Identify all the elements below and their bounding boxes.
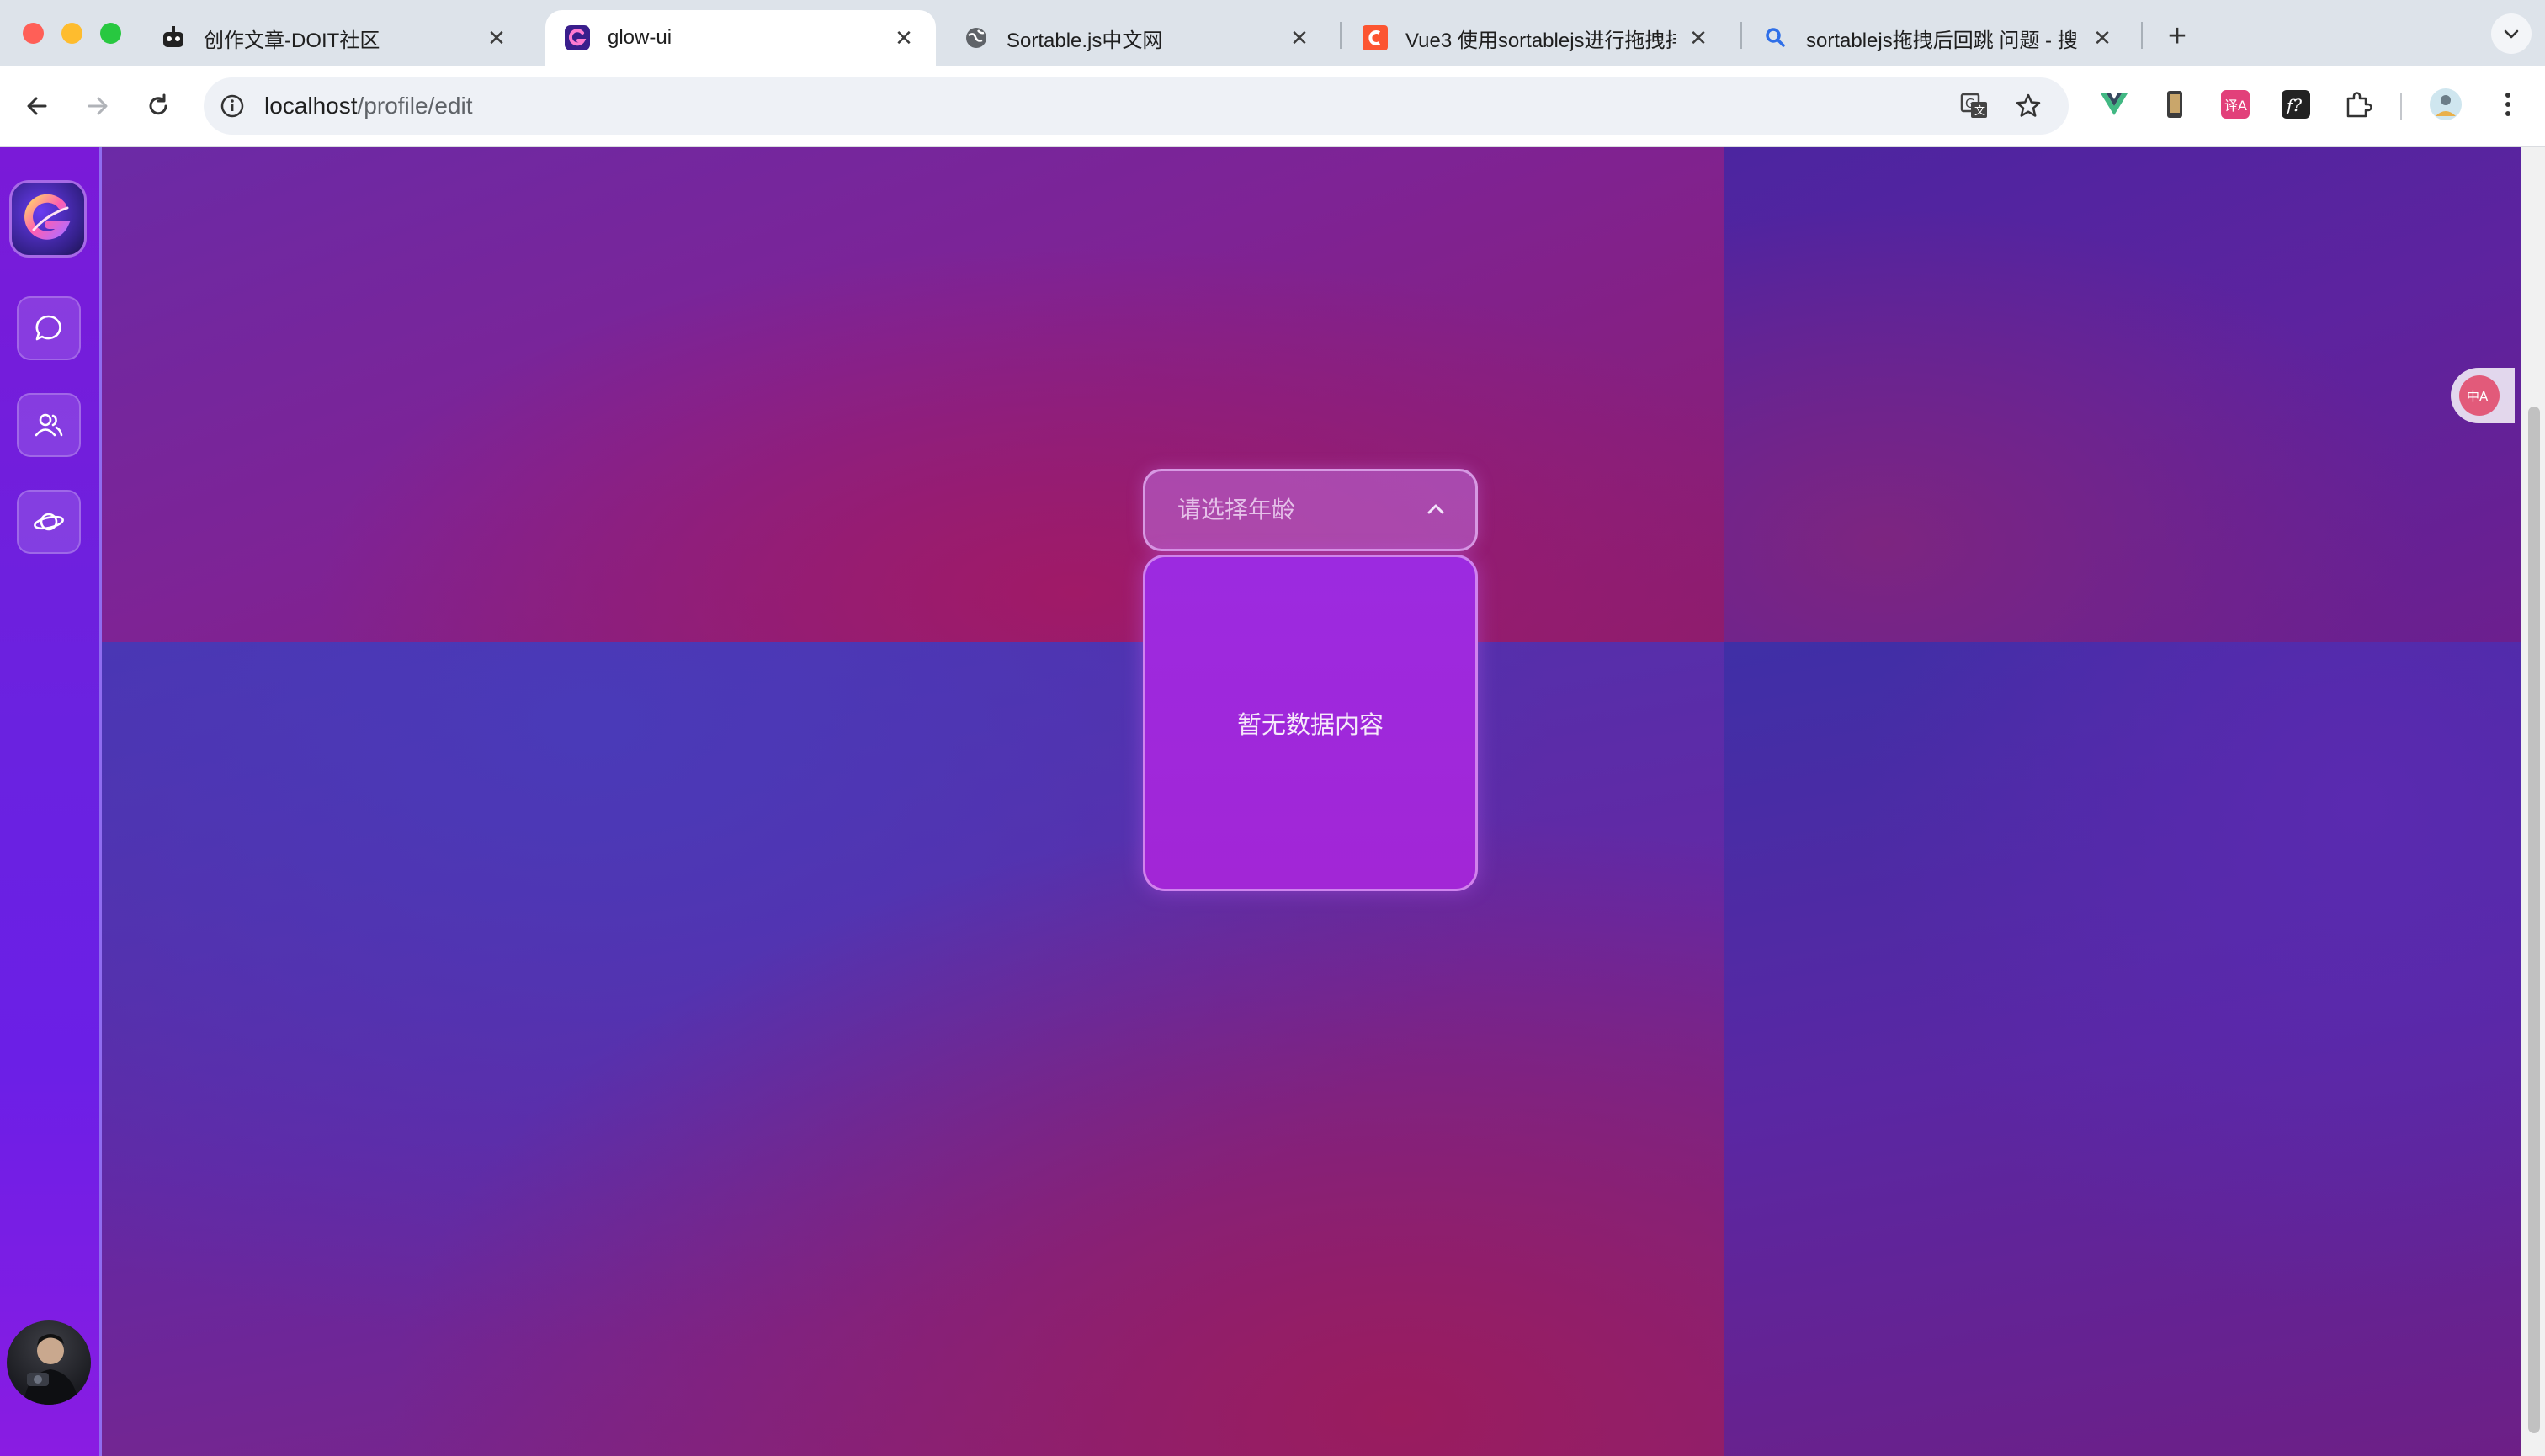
- phone-extension-icon[interactable]: [2156, 86, 2193, 123]
- browser-tab-sortable[interactable]: Sortable.js中文网 ✕: [944, 10, 1331, 66]
- scrollbar-thumb[interactable]: [2528, 407, 2540, 1433]
- glow-logo-icon: [564, 24, 591, 51]
- arrow-right-icon: [88, 97, 108, 115]
- tab-separator: [1340, 22, 1342, 49]
- close-tab-icon[interactable]: ✕: [1286, 24, 1313, 51]
- url-host: localhost: [264, 93, 358, 119]
- background-panel: [1724, 147, 2521, 642]
- background-panel: [1724, 642, 2521, 1456]
- chat-bubble-icon: [35, 315, 61, 341]
- app-logo[interactable]: [12, 183, 84, 255]
- glow-logo-icon: [24, 194, 71, 240]
- url-path: /profile/edit: [357, 93, 473, 119]
- reload-button[interactable]: [136, 84, 180, 128]
- formula-extension-icon[interactable]: f?: [2277, 86, 2314, 123]
- close-tab-icon[interactable]: ✕: [483, 24, 510, 51]
- planet-icon: [34, 513, 64, 531]
- globe-icon: [963, 24, 990, 51]
- age-select-dropdown: 暂无数据内容: [1143, 555, 1478, 891]
- sidebar-item-chat[interactable]: [17, 296, 81, 360]
- back-button[interactable]: [15, 84, 59, 128]
- age-select-placeholder: 请选择年龄: [1177, 497, 1296, 523]
- robot-icon: [160, 24, 187, 51]
- vue-devtools-extension-icon[interactable]: [2096, 86, 2133, 123]
- translate-page-icon[interactable]: G文: [1958, 89, 1991, 123]
- tab-title: Sortable.js中文网: [1007, 29, 1163, 52]
- browser-tab-doit[interactable]: 创作文章-DOIT社区 ✕: [141, 10, 529, 66]
- browser-menu-button[interactable]: [2489, 86, 2526, 123]
- forward-button[interactable]: [76, 84, 120, 128]
- svg-text:f?: f?: [2285, 95, 2302, 115]
- svg-text:译A: 译A: [2224, 98, 2247, 114]
- background-panel: [102, 642, 1724, 1456]
- close-tab-icon[interactable]: ✕: [1685, 24, 1712, 51]
- new-tab-button[interactable]: +: [2156, 15, 2198, 57]
- browser-tab-strip: 创作文章-DOIT社区 ✕ glow-ui ✕ Sortable.js中文网 ✕…: [0, 0, 2545, 66]
- close-tab-icon[interactable]: ✕: [890, 24, 917, 51]
- tab-title: sortablejs拖拽后回跳 问题 - 搜: [1806, 29, 2078, 52]
- translate-icon: 中A: [2459, 375, 2500, 416]
- avatar-icon: [24, 1334, 79, 1405]
- arrow-left-icon: [27, 97, 47, 115]
- user-avatar[interactable]: [7, 1320, 91, 1405]
- browser-tab-glow-ui[interactable]: glow-ui ✕: [545, 10, 936, 66]
- app-sidebar: [0, 147, 102, 1456]
- browser-tab-csdn[interactable]: Vue3 使用sortablejs进行拖拽排 ✕: [1343, 10, 1730, 66]
- tab-title: glow-ui: [608, 26, 672, 49]
- close-window-button[interactable]: [23, 23, 44, 44]
- tab-title: Vue3 使用sortablejs进行拖拽排: [1405, 29, 1676, 52]
- background-panel: [102, 147, 1724, 642]
- browser-tab-search[interactable]: sortablejs拖拽后回跳 问题 - 搜 ✕: [1744, 10, 2134, 66]
- csdn-c-icon: [1362, 24, 1389, 51]
- tab-separator: [2141, 22, 2143, 49]
- tab-separator: [1740, 22, 1742, 49]
- site-info-icon[interactable]: [215, 89, 249, 123]
- chevron-down-icon: [2504, 29, 2519, 39]
- kebab-menu-icon: [2505, 93, 2510, 116]
- toolbar-separator: [2400, 93, 2402, 120]
- tab-title: 创作文章-DOIT社区: [204, 29, 380, 52]
- tab-search-button[interactable]: [2491, 13, 2532, 54]
- sidebar-item-users[interactable]: [17, 393, 81, 457]
- page-scrollbar[interactable]: [2521, 147, 2545, 1456]
- minimize-window-button[interactable]: [61, 23, 82, 44]
- url-text[interactable]: localhost/profile/edit: [264, 77, 472, 135]
- svg-text:文: 文: [1974, 105, 1985, 118]
- sidebar-item-planet[interactable]: [17, 490, 81, 554]
- extensions-puzzle-icon[interactable]: [2340, 86, 2377, 123]
- bookmark-star-icon[interactable]: [2011, 89, 2045, 123]
- reload-icon: [149, 93, 167, 115]
- empty-state-text: 暂无数据内容: [1236, 712, 1384, 739]
- users-icon: [35, 413, 63, 437]
- zoom-window-button[interactable]: [100, 23, 121, 44]
- close-tab-icon[interactable]: ✕: [2089, 24, 2116, 51]
- translator-extension-icon[interactable]: 译A: [2217, 86, 2254, 123]
- chevron-up-icon: [1427, 504, 1444, 514]
- search-icon: [1762, 24, 1789, 51]
- floating-translate-button[interactable]: 中A: [2451, 368, 2515, 423]
- svg-text:中A: 中A: [2467, 389, 2489, 404]
- profile-avatar-button[interactable]: [2427, 86, 2464, 123]
- age-select[interactable]: 请选择年龄: [1143, 469, 1478, 551]
- address-bar[interactable]: localhost/profile/edit G文: [204, 77, 2069, 135]
